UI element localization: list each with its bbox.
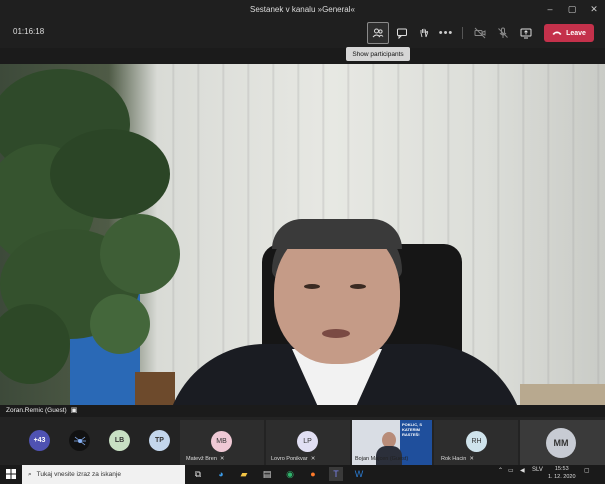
participant-avatar-tp[interactable]: TP bbox=[149, 430, 170, 451]
speaker-name: Zoran.Remic (Guest) bbox=[6, 406, 67, 414]
leave-button[interactable]: Leave bbox=[544, 24, 594, 42]
task-view-icon[interactable]: ⧉ bbox=[191, 467, 205, 481]
network-icon bbox=[73, 436, 86, 445]
minimize-button[interactable]: – bbox=[539, 0, 561, 18]
hang-up-icon bbox=[552, 31, 562, 35]
participant-avatar-mm: MM bbox=[546, 428, 576, 458]
participant-avatar-lb[interactable]: LB bbox=[109, 430, 130, 451]
desk-edge bbox=[135, 372, 175, 405]
participant-name-row: Rok Hacin ✕ bbox=[441, 456, 474, 462]
participant-avatar: LP bbox=[297, 431, 318, 452]
show-participants-tooltip: Show participants bbox=[346, 47, 410, 61]
hand-icon bbox=[420, 28, 429, 38]
store-icon[interactable]: ▤ bbox=[260, 467, 274, 481]
leave-label: Leave bbox=[566, 29, 586, 37]
notifications-icon[interactable]: ▢ bbox=[584, 467, 590, 474]
search-icon: ⌕ bbox=[28, 470, 32, 478]
mic-off-icon: ✕ bbox=[219, 456, 225, 462]
meeting-timer: 01:16:18 bbox=[13, 27, 45, 36]
network-tray-icon[interactable]: ▭ bbox=[508, 467, 514, 474]
camera-toggle-button[interactable] bbox=[469, 22, 491, 44]
edge-icon[interactable]: ◕ bbox=[214, 467, 228, 481]
participants-icon bbox=[372, 28, 384, 38]
language-indicator[interactable]: SLV bbox=[532, 467, 543, 473]
left-eye bbox=[304, 284, 320, 289]
participant-name: Rok Hacin bbox=[441, 456, 467, 462]
cabinet bbox=[520, 384, 605, 405]
share-icon bbox=[520, 28, 532, 39]
participant-name-row: Bojan Majcen (Guest) bbox=[355, 456, 408, 462]
mic-off-icon bbox=[498, 27, 508, 38]
speaker-name-tag: Zoran.Remic (Guest) ▣ bbox=[6, 406, 78, 415]
clock-time: 15:53 bbox=[554, 466, 569, 472]
mic-off-icon: ✕ bbox=[310, 456, 316, 462]
windows-start-icon[interactable] bbox=[6, 469, 16, 479]
volume-icon[interactable]: ◀ bbox=[520, 467, 525, 474]
participant-name: Lovro Ponikvar bbox=[271, 456, 308, 462]
taskbar-clock[interactable]: 15:53 1. 12. 2020 bbox=[548, 465, 576, 481]
taskbar-search-box[interactable]: ⌕ Tukaj vnesite izraz za iskanje bbox=[22, 465, 185, 484]
participant-avatar: RH bbox=[466, 431, 487, 452]
clock-date: 1. 12. 2020 bbox=[548, 474, 576, 480]
word-icon[interactable]: W bbox=[352, 467, 366, 481]
chat-icon bbox=[397, 28, 407, 39]
title-bar: Sestanek v kanalu »General« – ▢ ✕ bbox=[0, 0, 605, 18]
right-eye bbox=[350, 284, 366, 289]
search-placeholder: Tukaj vnesite izraz za iskanje bbox=[36, 471, 121, 478]
pin-icon: ▣ bbox=[70, 407, 78, 414]
participant-name: Matevž Bren bbox=[186, 456, 217, 462]
mic-toggle-button[interactable] bbox=[492, 22, 514, 44]
plant bbox=[0, 69, 180, 384]
participant-avatar-logo[interactable] bbox=[69, 430, 90, 451]
more-participants-button[interactable]: +43 bbox=[29, 430, 50, 451]
tray-arrow-icon[interactable]: ⌃ bbox=[498, 467, 503, 474]
file-explorer-icon[interactable]: ▰ bbox=[237, 467, 251, 481]
main-video-feed bbox=[0, 64, 605, 405]
maximize-button[interactable]: ▢ bbox=[561, 0, 583, 18]
meeting-toolbar: 01:16:18 ••• Leave bbox=[0, 18, 605, 48]
hair-top bbox=[272, 219, 402, 249]
firefox-icon[interactable]: ● bbox=[306, 467, 320, 481]
mouth bbox=[322, 329, 350, 338]
share-screen-button[interactable] bbox=[515, 22, 537, 44]
mic-off-icon: ✕ bbox=[469, 456, 474, 462]
window-controls: – ▢ ✕ bbox=[539, 0, 605, 18]
teams-icon[interactable]: T bbox=[329, 467, 343, 481]
chrome-icon[interactable]: ◉ bbox=[283, 467, 297, 481]
participant-avatar: MB bbox=[211, 431, 232, 452]
toolbar-divider bbox=[462, 27, 463, 39]
show-participants-button[interactable] bbox=[367, 22, 389, 44]
more-actions-button[interactable]: ••• bbox=[435, 22, 457, 44]
more-icon: ••• bbox=[438, 27, 454, 39]
participant-name: Bojan Majcen (Guest) bbox=[355, 456, 409, 462]
window-title: Sestanek v kanalu »General« bbox=[250, 4, 355, 14]
chat-button[interactable] bbox=[391, 22, 413, 44]
close-button[interactable]: ✕ bbox=[583, 0, 605, 18]
raise-hand-button[interactable] bbox=[413, 22, 435, 44]
camera-off-icon bbox=[474, 27, 486, 39]
participant-name-row: Lovro Ponikvar ✕ bbox=[271, 456, 315, 462]
participant-name-row: Matevž Bren ✕ bbox=[186, 456, 224, 462]
